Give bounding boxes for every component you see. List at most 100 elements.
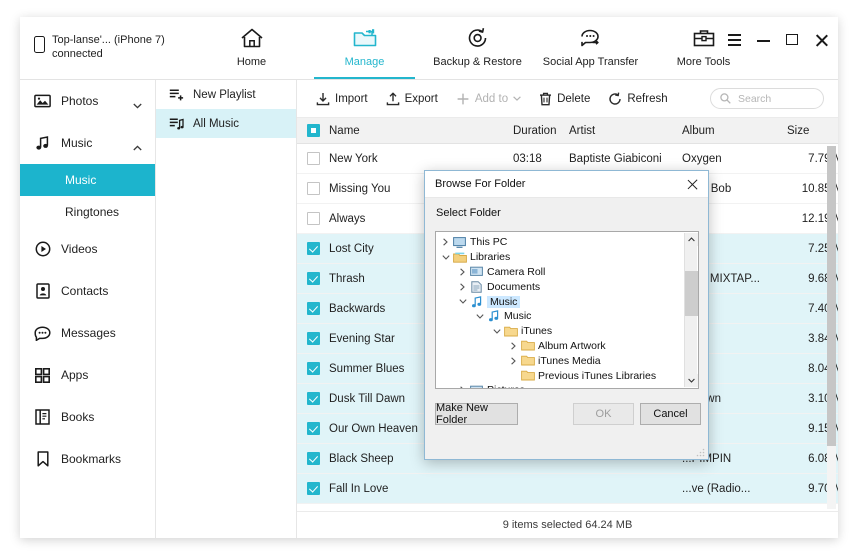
row-checkbox[interactable] xyxy=(297,482,329,495)
tree-node[interactable]: Libraries xyxy=(439,250,698,265)
add-to-button[interactable]: Add to xyxy=(447,80,530,118)
scroll-up-arrow-icon[interactable] xyxy=(685,233,698,246)
tree-node[interactable]: Camera Roll xyxy=(439,265,698,280)
make-new-folder-button[interactable]: Make New Folder xyxy=(435,402,518,426)
sidebar: Photos Music Music Ringtones Videos Cont… xyxy=(20,80,156,538)
refresh-button[interactable]: Refresh xyxy=(599,80,676,118)
resize-grip-icon[interactable] xyxy=(696,448,705,457)
nav-tab-more-tools[interactable]: More Tools xyxy=(647,17,760,79)
tree-node-label: Pictures xyxy=(487,384,525,388)
import-icon xyxy=(316,92,330,105)
status-text: 9 items selected 64.24 MB xyxy=(502,519,633,531)
tree-expander-icon[interactable] xyxy=(473,313,486,320)
delete-button-label: Delete xyxy=(557,92,591,105)
column-header-artist[interactable]: Artist xyxy=(569,125,682,137)
sidebar-subitem-ringtones[interactable]: Ringtones xyxy=(20,196,155,228)
search-input[interactable] xyxy=(736,91,814,106)
sidebar-subitem-music[interactable]: Music xyxy=(20,164,155,196)
tree-node[interactable]: Pictures xyxy=(439,383,698,388)
sidebar-item-bookmarks[interactable]: Bookmarks xyxy=(20,438,155,480)
tree-expander-icon[interactable] xyxy=(456,283,469,291)
row-checkbox[interactable] xyxy=(297,212,329,225)
search-box[interactable] xyxy=(710,88,824,109)
sidebar-item-messages[interactable]: Messages xyxy=(20,312,155,354)
dialog-title: Browse For Folder xyxy=(435,178,526,190)
tree-node[interactable]: Previous iTunes Libraries xyxy=(439,368,698,383)
row-checkbox[interactable] xyxy=(297,302,329,315)
column-header-duration[interactable]: Duration xyxy=(513,125,569,137)
row-checkbox[interactable] xyxy=(297,362,329,375)
tree-node[interactable]: iTunes xyxy=(439,324,698,339)
tree-node[interactable]: Music xyxy=(439,294,698,309)
row-checkbox[interactable] xyxy=(297,272,329,285)
tree-node[interactable]: Documents xyxy=(439,279,698,294)
table-row[interactable]: Fall In Love...ve (Radio...9.70 MB xyxy=(297,474,838,504)
tree-expander-icon[interactable] xyxy=(490,328,503,335)
row-checkbox[interactable] xyxy=(297,422,329,435)
sidebar-item-photos[interactable]: Photos xyxy=(20,80,155,122)
folder-tree-scrollbar-thumb[interactable] xyxy=(685,271,698,316)
folder-tree-scrollbar[interactable] xyxy=(684,233,698,387)
tree-node[interactable]: iTunes Media xyxy=(439,353,698,368)
nav-tab-home[interactable]: Home xyxy=(195,17,308,79)
tree-node[interactable]: Music xyxy=(439,309,698,324)
minimize-icon[interactable] xyxy=(757,33,770,46)
column-header-album[interactable]: Album xyxy=(682,125,787,137)
column-header-name[interactable]: Name xyxy=(329,125,513,137)
browse-for-folder-dialog: Browse For Folder Select Folder This PC L… xyxy=(424,170,709,460)
nav-tab-backup-restore[interactable]: Backup & Restore xyxy=(421,17,534,79)
playlist-item-new-playlist[interactable]: New Playlist xyxy=(156,80,296,109)
row-checkbox[interactable] xyxy=(297,182,329,195)
device-name: Top-lanse'... (iPhone 7) xyxy=(52,34,165,46)
playlist-item-all-music[interactable]: All Music xyxy=(156,109,296,138)
tree-expander-icon[interactable] xyxy=(507,357,520,365)
nav-tab-social-app-transfer[interactable]: Social App Transfer xyxy=(534,17,647,79)
maximize-icon[interactable] xyxy=(786,33,799,46)
sidebar-item-videos-label: Videos xyxy=(61,242,98,256)
dialog-close-icon[interactable] xyxy=(685,177,700,192)
monitor-icon xyxy=(452,236,467,248)
row-checkbox[interactable] xyxy=(297,152,329,165)
main-navigation: Home Manage Backup & Restore Social App … xyxy=(195,17,760,79)
cancel-button[interactable]: Cancel xyxy=(640,403,701,425)
row-checkbox[interactable] xyxy=(297,242,329,255)
sidebar-item-books[interactable]: Books xyxy=(20,396,155,438)
cell-name: New York xyxy=(329,152,378,165)
scroll-down-arrow-icon[interactable] xyxy=(685,374,698,387)
menu-icon[interactable] xyxy=(728,33,741,46)
tree-expander-icon[interactable] xyxy=(439,254,452,261)
ok-button[interactable]: OK xyxy=(573,403,634,425)
tree-expander-icon[interactable] xyxy=(456,268,469,276)
import-button[interactable]: Import xyxy=(307,80,377,118)
delete-button[interactable]: Delete xyxy=(530,80,599,118)
table-scrollbar[interactable] xyxy=(827,146,836,509)
select-all-checkbox[interactable] xyxy=(297,124,329,137)
tree-expander-icon[interactable] xyxy=(507,342,520,350)
sidebar-item-videos[interactable]: Videos xyxy=(20,228,155,270)
refresh-icon xyxy=(609,92,622,105)
tree-expander-icon[interactable] xyxy=(456,298,469,305)
nav-tab-social-app-transfer-label: Social App Transfer xyxy=(542,56,639,68)
tree-node[interactable]: Album Artwork xyxy=(439,339,698,354)
table-row[interactable]: Mirages (feat. Phoene Somsavath)04:10Say… xyxy=(297,504,838,511)
window-controls xyxy=(728,33,828,47)
tree-expander-icon[interactable] xyxy=(439,238,452,246)
row-checkbox[interactable] xyxy=(297,332,329,345)
row-checkbox[interactable] xyxy=(297,392,329,405)
row-checkbox[interactable] xyxy=(297,452,329,465)
sidebar-subitem-ringtones-label: Ringtones xyxy=(65,205,120,219)
sidebar-item-music[interactable]: Music xyxy=(20,122,155,164)
nav-tab-manage[interactable]: Manage xyxy=(308,17,421,79)
table-scrollbar-thumb[interactable] xyxy=(827,146,836,446)
close-icon[interactable] xyxy=(815,33,828,47)
folder-tree[interactable]: This PC Libraries Camera Roll Documents Musi… xyxy=(435,231,699,389)
plus-icon xyxy=(457,93,469,104)
tree-node[interactable]: This PC xyxy=(439,235,698,250)
tree-expander-icon[interactable] xyxy=(456,386,469,388)
libraries-folder-icon xyxy=(452,252,467,263)
export-button[interactable]: Export xyxy=(377,80,447,118)
tree-node-label: Camera Roll xyxy=(487,265,546,278)
column-header-size[interactable]: Size xyxy=(787,125,838,137)
sidebar-item-contacts[interactable]: Contacts xyxy=(20,270,155,312)
sidebar-item-apps[interactable]: Apps xyxy=(20,354,155,396)
